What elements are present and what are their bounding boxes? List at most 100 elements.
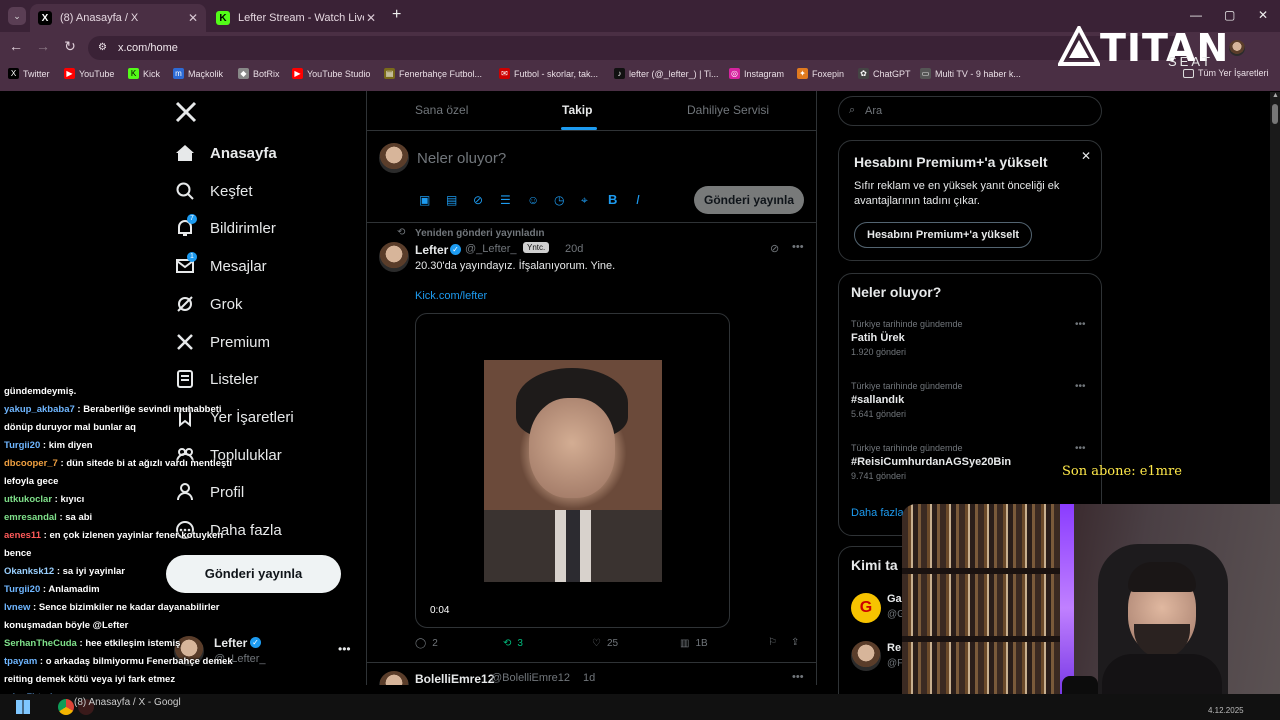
tab-dahiliye-servisi[interactable]: Dahiliye Servisi bbox=[687, 103, 769, 117]
more-icon[interactable]: ••• bbox=[338, 642, 351, 656]
close-icon[interactable]: ✕ bbox=[1081, 149, 1091, 163]
reply-button[interactable]: ◯ 2 bbox=[415, 638, 438, 649]
more-icon[interactable]: ••• bbox=[792, 671, 804, 683]
nav-grok[interactable]: Grok bbox=[174, 289, 243, 319]
grok-icon[interactable]: ⊘ bbox=[770, 242, 779, 255]
taskbar-window-label[interactable]: (8) Anasayfa / X - Googl bbox=[74, 697, 181, 708]
compose-post-button[interactable]: Gönderi yayınla bbox=[694, 186, 804, 214]
search-icon bbox=[174, 180, 196, 202]
site-info-icon[interactable]: ⚙ bbox=[98, 36, 107, 60]
bell-icon: 7 bbox=[174, 214, 197, 239]
nav-home[interactable]: Anasayfa bbox=[174, 138, 277, 168]
taskbar-clock: 4.12.2025 bbox=[1208, 706, 1244, 715]
maximize-icon[interactable]: ▢ bbox=[1224, 8, 1235, 22]
gif-icon[interactable]: ▤ bbox=[446, 193, 457, 207]
who-to-follow-title: Kimi ta bbox=[851, 557, 898, 573]
chat-message: dönüp duruyor mal bunlar aq bbox=[0, 419, 290, 437]
tab-following[interactable]: Takip bbox=[562, 103, 592, 117]
tweet-author[interactable]: BolelliEmre12 bbox=[415, 672, 494, 685]
avatar[interactable]: G bbox=[851, 593, 881, 623]
search-placeholder: Ara bbox=[865, 105, 883, 117]
bookmark-multi-tv[interactable]: ▭ Multi TV - 9 haber k... bbox=[920, 68, 1021, 79]
chat-text: bence bbox=[4, 548, 32, 559]
image-icon[interactable]: ▣ bbox=[419, 193, 430, 207]
suggested-user-name[interactable]: Re bbox=[887, 642, 901, 654]
close-tab-icon[interactable]: ✕ bbox=[188, 11, 198, 25]
bold-icon[interactable]: B bbox=[608, 192, 617, 207]
bookmark-botrix[interactable]: ◆ BotRix bbox=[238, 68, 280, 79]
like-button[interactable]: ♡ 25 bbox=[592, 638, 618, 649]
back-icon[interactable]: ← bbox=[6, 38, 26, 54]
more-icon[interactable]: ••• bbox=[1075, 381, 1086, 392]
next-tweet[interactable]: BolelliEmre12 @BolelliEmre12 1d ••• bbox=[367, 665, 816, 685]
avatar[interactable] bbox=[379, 242, 409, 272]
chat-text: sa iyi yayinlar bbox=[62, 566, 125, 577]
italic-icon[interactable]: I bbox=[636, 192, 640, 207]
location-icon[interactable]: ⌖ bbox=[581, 193, 588, 208]
trend-item[interactable]: Türkiye tarihinde gündemde #ReisiCumhurd… bbox=[851, 443, 1091, 481]
tweet-time[interactable]: 20d bbox=[565, 243, 583, 255]
trend-item[interactable]: Türkiye tarihinde gündemde #sallandık 5.… bbox=[851, 381, 1091, 419]
close-tab-icon[interactable]: ✕ bbox=[366, 11, 376, 25]
emoji-icon[interactable]: ☺ bbox=[527, 193, 539, 207]
compose-input[interactable]: Neler oluyor? bbox=[417, 150, 506, 167]
tweet-time[interactable]: 1d bbox=[583, 672, 595, 684]
x-logo-icon[interactable] bbox=[175, 101, 197, 123]
titan-logo-icon bbox=[1058, 26, 1100, 66]
reload-icon[interactable]: ↻ bbox=[60, 38, 80, 55]
bookmark-fenerbahce[interactable]: ▤ Fenerbahçe Futbol... bbox=[384, 68, 482, 79]
bookmark-instagram[interactable]: ◎ Instagram bbox=[729, 68, 784, 79]
tab-search-icon[interactable]: ⌄ bbox=[8, 7, 26, 25]
tweet-author[interactable]: Lefter bbox=[415, 243, 448, 257]
repost-button[interactable]: ⟲ 3 bbox=[503, 638, 523, 649]
share-button[interactable]: ⇪ bbox=[791, 637, 799, 648]
tweet[interactable]: ⟲ Yeniden gönderi yayınladın Lefter ✓ @_… bbox=[367, 223, 816, 663]
taskbar-chrome-icon[interactable] bbox=[58, 699, 74, 715]
scrollbar-thumb[interactable] bbox=[1272, 104, 1278, 124]
address-bar[interactable]: ⚙ x.com/home bbox=[88, 36, 1188, 60]
bookmark-chatgpt[interactable]: ✿ ChatGPT bbox=[858, 68, 911, 79]
bookmark-youtube[interactable]: ▶ YouTube bbox=[64, 68, 114, 79]
forward-icon[interactable]: → bbox=[33, 38, 53, 54]
more-icon[interactable]: ••• bbox=[1075, 443, 1086, 454]
avatar[interactable] bbox=[851, 641, 881, 671]
nav-notifications[interactable]: 7 Bildirimler bbox=[174, 213, 276, 243]
bookmark-futbol-skorlar[interactable]: ✉ Futbol - skorlar, tak... bbox=[499, 68, 598, 79]
new-tab-button[interactable]: + bbox=[392, 6, 401, 24]
show-more-link[interactable]: Daha fazla bbox=[851, 507, 904, 519]
bookmark-foxepin[interactable]: ✦ Foxepin bbox=[797, 68, 844, 79]
grok-icon[interactable]: ⊘ bbox=[473, 193, 483, 207]
schedule-icon[interactable]: ◷ bbox=[554, 193, 564, 207]
tweet-handle[interactable]: @_Lefter_ bbox=[465, 243, 517, 255]
close-window-icon[interactable]: ✕ bbox=[1258, 8, 1268, 22]
bookmark-mackolik[interactable]: m Maçkolik bbox=[173, 68, 223, 79]
tweet-handle[interactable]: @BolelliEmre12 bbox=[491, 672, 570, 684]
tweet-link[interactable]: Kick.com/lefter bbox=[415, 290, 487, 302]
poll-icon[interactable]: ☰ bbox=[500, 193, 511, 207]
profile-avatar[interactable] bbox=[1229, 40, 1245, 56]
views-button[interactable]: ▥ 1B bbox=[680, 638, 708, 649]
composer: Neler oluyor? ▣ ▤ ⊘ ☰ ☺ ◷ ⌖ B I Gönderi … bbox=[367, 131, 816, 223]
search-input[interactable]: ⌕ Ara bbox=[838, 96, 1102, 126]
video-player[interactable]: 0:04 bbox=[415, 313, 730, 628]
tab-x-home[interactable]: X (8) Anasayfa / X ✕ bbox=[30, 4, 206, 32]
tab-for-you[interactable]: Sana özel bbox=[415, 103, 468, 117]
bookmark-kick[interactable]: K Kick bbox=[128, 68, 160, 79]
premium-upgrade-button[interactable]: Hesabını Premium+'a yükselt bbox=[854, 222, 1033, 248]
bookmark-tiktok[interactable]: ♪ lefter (@_lefter_) | Ti... bbox=[614, 68, 719, 79]
bookmark-youtube-studio[interactable]: ▶ YouTube Studio bbox=[292, 68, 370, 79]
bookmark-button[interactable]: ⚐ bbox=[768, 637, 777, 648]
nav-premium[interactable]: Premium bbox=[174, 327, 270, 357]
scroll-up-icon[interactable]: ▲ bbox=[1272, 92, 1279, 99]
minimize-icon[interactable]: — bbox=[1190, 8, 1202, 22]
more-icon[interactable]: ••• bbox=[1075, 319, 1086, 330]
nav-explore[interactable]: Keşfet bbox=[174, 176, 253, 206]
tab-kick[interactable]: K Lefter Stream - Watch Live on K ✕ bbox=[208, 4, 384, 32]
more-icon[interactable]: ••• bbox=[792, 241, 804, 253]
nav-messages[interactable]: 1 Mesajlar bbox=[174, 251, 267, 281]
bookmark-twitter[interactable]: X Twitter bbox=[8, 68, 50, 79]
suggested-user-name[interactable]: Ga bbox=[887, 593, 902, 605]
trend-item[interactable]: Türkiye tarihinde gündemde Fatih Ürek 1.… bbox=[851, 319, 1091, 357]
start-icon[interactable] bbox=[16, 700, 30, 714]
url-text: x.com/home bbox=[118, 42, 178, 54]
